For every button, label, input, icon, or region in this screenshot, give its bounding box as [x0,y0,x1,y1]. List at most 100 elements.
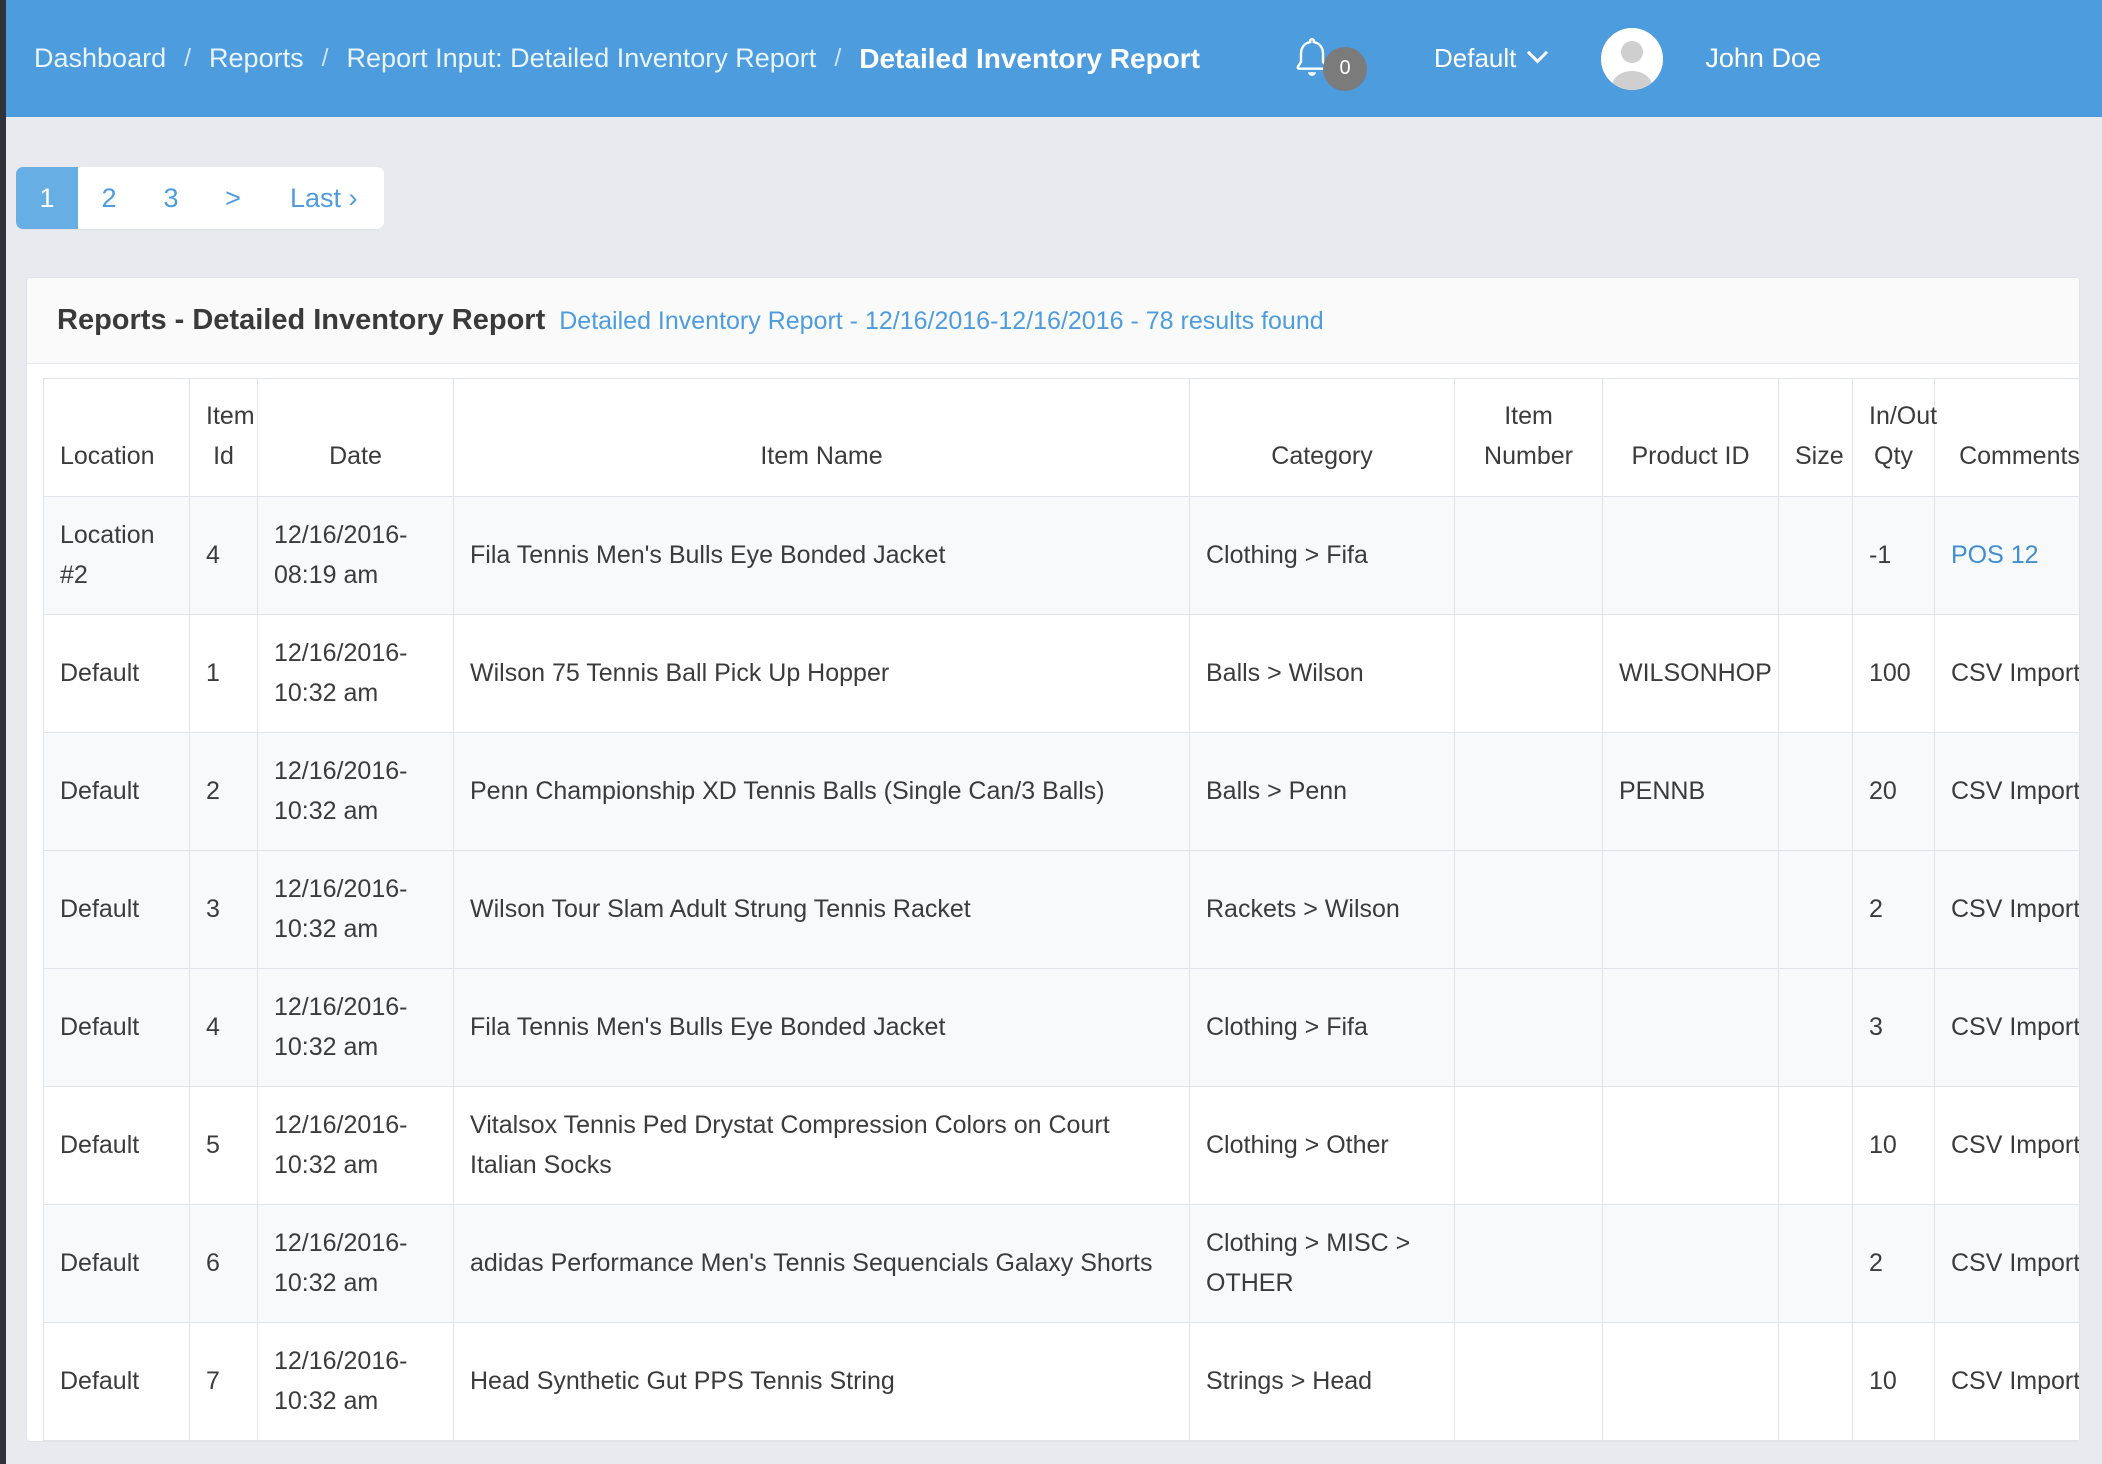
cell-date: 12/16/2016-10:32 am [257,732,454,851]
cell-item-name: Fila Tennis Men's Bulls Eye Bonded Jacke… [453,496,1190,615]
cell-qty: 10 [1852,1086,1935,1205]
pagination-last-button[interactable]: Last › [264,167,384,229]
cell-date: 12/16/2016-10:32 am [257,968,454,1087]
cell-date: 12/16/2016-10:32 am [257,850,454,969]
cell-category: Clothing > MISC > OTHER [1189,1204,1455,1323]
pagination-zone: 1 2 3 > Last › [0,117,2102,229]
column-header-qty[interactable]: In/Out Qty [1852,378,1937,497]
cell-item-id: 1 [189,614,258,733]
cell-item-id: 6 [189,1204,258,1323]
cell-item-number [1454,968,1603,1087]
cell-item-id: 4 [189,968,258,1087]
notifications-button[interactable]: 0 [1290,31,1368,91]
cell-product-id [1602,1086,1779,1205]
pagination-page-3[interactable]: 3 [140,167,202,229]
cell-size [1778,1086,1853,1205]
cell-comments: CSV Import [1934,1322,2079,1441]
cell-item-name: Wilson Tour Slam Adult Strung Tennis Rac… [453,850,1190,969]
cell-comments: CSV Import [1934,614,2079,733]
cell-item-name: Vitalsox Tennis Ped Drystat Compression … [453,1086,1190,1205]
cell-item-id: 7 [189,1322,258,1441]
report-table-body: Location #2 4 12/16/2016-08:19 am Fila Tenn… [43,496,2079,1441]
cell-item-name: Head Synthetic Gut PPS Tennis String [453,1322,1190,1441]
cell-date: 12/16/2016-08:19 am [257,496,454,615]
column-header-category[interactable]: Category [1189,378,1455,497]
pagination-next-button[interactable]: > [202,167,264,229]
cell-category: Clothing > Other [1189,1086,1455,1205]
cell-item-id: 2 [189,732,258,851]
cell-qty: 2 [1852,1204,1935,1323]
cell-size [1778,732,1853,851]
chevron-down-icon [1527,42,1549,64]
user-avatar-icon [1601,27,1664,90]
column-header-size[interactable]: Size [1778,378,1853,497]
cell-category: Strings > Head [1189,1322,1455,1441]
cell-comments: POS 12 [1934,496,2079,615]
cell-category: Rackets > Wilson [1189,850,1455,969]
cell-item-name: Wilson 75 Tennis Ball Pick Up Hopper [453,614,1190,733]
comments-link[interactable]: POS 12 [1951,541,2039,569]
breadcrumb-item-current: Detailed Inventory Report [859,42,1200,74]
column-header-item-name[interactable]: Item Name [453,378,1190,497]
pagination: 1 2 3 > Last › [16,167,384,229]
cell-date: 12/16/2016-10:32 am [257,1204,454,1323]
breadcrumb-item-dashboard[interactable]: Dashboard [34,43,166,74]
cell-comments: CSV Import [1934,1204,2079,1323]
cell-location: Default [43,1086,190,1205]
report-subtitle: Detailed Inventory Report - 12/16/2016-1… [559,307,1324,335]
cell-size [1778,850,1853,969]
avatar[interactable] [1601,27,1664,90]
cell-location: Default [43,1204,190,1323]
table-row: Default 6 12/16/2016-10:32 am adidas Perfor… [43,1204,2079,1323]
cell-qty: 20 [1852,732,1935,851]
column-header-item-number[interactable]: Item Number [1454,378,1603,497]
cell-item-number [1454,732,1603,851]
cell-location: Default [43,732,190,851]
notification-count-badge: 0 [1323,46,1367,91]
cell-product-id: WILSONHOP [1602,614,1779,733]
cell-item-number [1454,1086,1603,1205]
cell-category: Clothing > Fifa [1189,496,1455,615]
cell-item-id: 3 [189,850,258,969]
breadcrumb: Dashboard / Reports / Report Input: Deta… [34,43,1200,75]
breadcrumb-separator: / [321,44,329,72]
cell-item-id: 5 [189,1086,258,1205]
cell-date: 12/16/2016-10:32 am [257,1322,454,1441]
column-header-location[interactable]: Location [43,378,190,497]
cell-item-number [1454,496,1603,615]
cell-product-id [1602,496,1779,615]
cell-comments: CSV Import [1934,1086,2079,1205]
cell-item-number [1454,1322,1603,1441]
cell-date: 12/16/2016-10:32 am [257,614,454,733]
top-header-bar: Dashboard / Reports / Report Input: Deta… [0,0,2102,117]
breadcrumb-item-reports[interactable]: Reports [209,43,304,74]
location-select[interactable]: Default [1434,42,1549,74]
column-header-date[interactable]: Date [257,378,454,497]
cell-product-id [1602,1204,1779,1323]
cell-item-name: adidas Performance Men's Tennis Sequenci… [453,1204,1190,1323]
pagination-page-1[interactable]: 1 [16,167,78,229]
cell-product-id: PENNB [1602,732,1779,851]
cell-qty: 3 [1852,968,1935,1087]
report-card-header: Reports - Detailed Inventory Report Deta… [27,278,2079,364]
cell-location: Default [43,850,190,969]
page-title: Reports - Detailed Inventory Report [57,304,546,336]
header-controls: 0 Default John Doe [1290,27,1821,91]
breadcrumb-separator: / [834,44,842,72]
cell-category: Balls > Penn [1189,732,1455,851]
cell-comments: CSV Import [1934,850,2079,969]
table-row: Default 4 12/16/2016-10:32 am Fila Tennis M… [43,968,2079,1087]
column-header-comments[interactable]: Comments [1934,378,2079,497]
column-header-product-id[interactable]: Product ID [1602,378,1779,497]
breadcrumb-item-report-input[interactable]: Report Input: Detailed Inventory Report [347,43,817,74]
cell-product-id [1602,1322,1779,1441]
pagination-page-2[interactable]: 2 [78,167,140,229]
cell-qty: 10 [1852,1322,1935,1441]
column-header-item-id[interactable]: Item Id [189,378,258,497]
report-card-body: Location Item Id Date Item Name Category… [27,364,2079,1441]
cell-size [1778,1322,1853,1441]
table-row: Default 7 12/16/2016-10:32 am Head Syntheti… [43,1322,2079,1441]
username-label: John Doe [1705,43,1821,73]
cell-date: 12/16/2016-10:32 am [257,1086,454,1205]
report-card: Reports - Detailed Inventory Report Deta… [26,277,2080,1442]
